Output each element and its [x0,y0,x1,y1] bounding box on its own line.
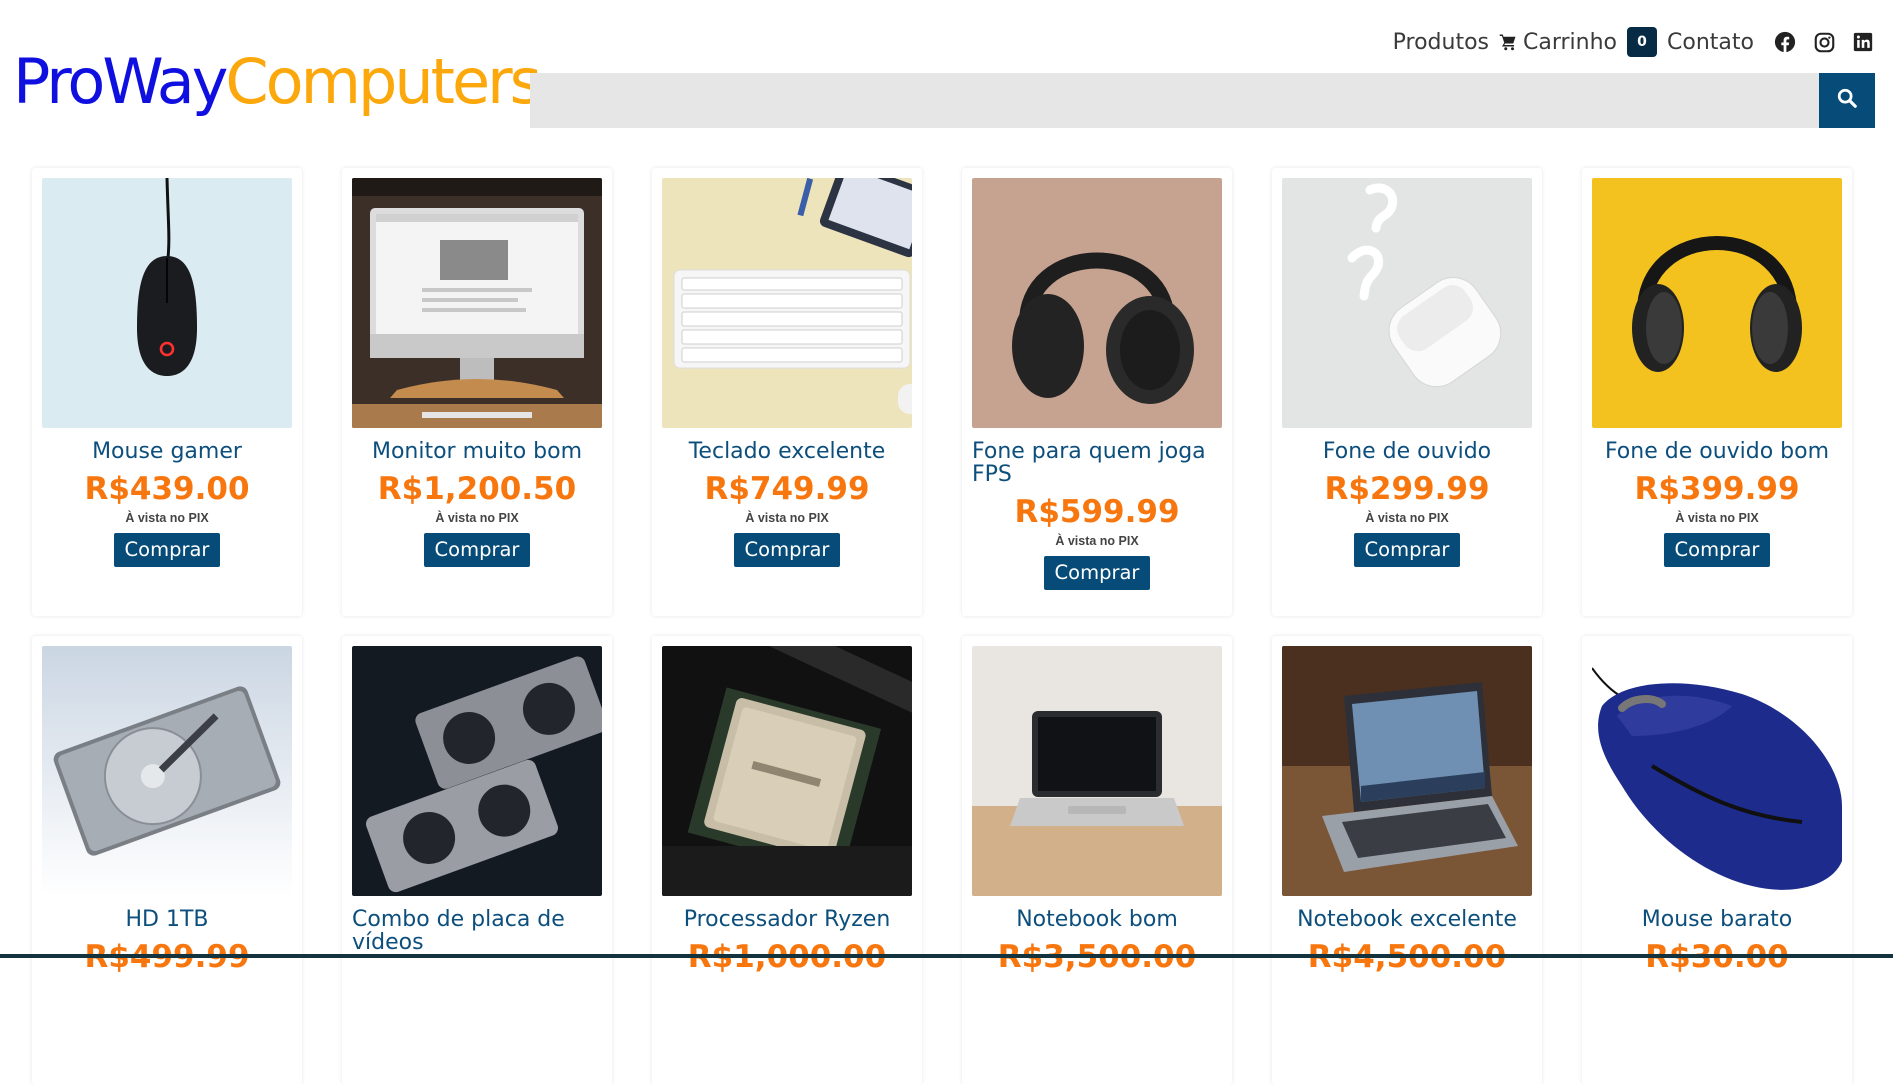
top-nav: Produtos Carrinho 0 Contato [1393,26,1873,58]
buy-button[interactable]: Comprar [733,533,841,567]
product-card: Teclado excelente R$749.99 À vista no PI… [652,168,922,616]
buy-button[interactable]: Comprar [1663,533,1771,567]
product-name[interactable]: Mouse gamer [42,440,292,463]
product-card: Fone de ouvido R$299.99 À vista no PIX C… [1272,168,1542,616]
linkedin-icon[interactable] [1853,32,1873,52]
product-name[interactable]: Processador Ryzen [662,908,912,931]
product-name[interactable]: Teclado excelente [662,440,912,463]
nav-cart-link[interactable]: Carrinho [1523,30,1617,55]
search-input[interactable] [530,73,1819,128]
product-price: R$399.99 [1634,471,1800,507]
buy-button[interactable]: Comprar [1353,533,1461,567]
payment-note: À vista no PIX [125,511,209,525]
product-image[interactable] [352,646,602,896]
payment-note: À vista no PIX [1365,511,1449,525]
product-card: Fone de ouvido bom R$399.99 À vista no P… [1582,168,1852,616]
product-image[interactable] [1592,646,1842,896]
product-card: Processador Ryzen R$1,000.00 [652,636,922,1084]
payment-note: À vista no PIX [745,511,829,525]
product-card: Mouse gamer R$439.00 À vista no PIX Comp… [32,168,302,616]
product-image[interactable] [1592,178,1842,428]
page-bottom-edge [0,954,1893,958]
product-card: Combo de placa de vídeos [342,636,612,1084]
product-price: R$1,200.50 [377,471,577,507]
product-card: Notebook excelente R$4,500.00 [1272,636,1542,1084]
product-image[interactable] [662,178,912,428]
search-icon [1836,87,1858,114]
product-name[interactable]: Mouse barato [1592,908,1842,931]
brand-part2: Computers [225,45,542,118]
product-price: R$439.00 [84,471,250,507]
product-card: Mouse barato R$30.00 [1582,636,1852,1084]
cart-icon[interactable] [1499,33,1517,51]
buy-button[interactable]: Comprar [1043,556,1151,590]
search-button[interactable] [1819,73,1875,128]
buy-button[interactable]: Comprar [113,533,221,567]
product-card: Monitor muito bom R$1,200.50 À vista no … [342,168,612,616]
product-card: Notebook bom R$3,500.00 [962,636,1232,1084]
product-grid: Mouse gamer R$439.00 À vista no PIX Comp… [32,168,1852,1084]
product-price: R$749.99 [704,471,870,507]
product-name[interactable]: Fone de ouvido [1282,440,1532,463]
nav-contact-link[interactable]: Contato [1667,30,1754,55]
instagram-icon[interactable] [1814,32,1835,53]
product-name[interactable]: Fone de ouvido bom [1592,440,1842,463]
product-image[interactable] [972,646,1222,896]
cart-count-badge: 0 [1627,27,1658,57]
product-card: Fone para quem joga FPS R$599.99 À vista… [962,168,1232,616]
search-bar [530,73,1875,128]
product-name[interactable]: Monitor muito bom [352,440,602,463]
product-card: HD 1TB R$499.99 [32,636,302,1084]
buy-button[interactable]: Comprar [423,533,531,567]
product-name[interactable]: HD 1TB [42,908,292,931]
product-image[interactable] [352,178,602,428]
product-image[interactable] [662,646,912,896]
product-image[interactable] [1282,178,1532,428]
product-image[interactable] [1282,646,1532,896]
product-image[interactable] [42,646,292,896]
product-name[interactable]: Combo de placa de vídeos [352,908,602,954]
product-name[interactable]: Fone para quem joga FPS [972,440,1222,486]
payment-note: À vista no PIX [1675,511,1759,525]
product-image[interactable] [42,178,292,428]
product-price: R$599.99 [1014,494,1180,530]
product-image[interactable] [972,178,1222,428]
facebook-icon[interactable] [1774,31,1796,53]
brand-logo[interactable]: ProWayComputers [13,44,542,120]
payment-note: À vista no PIX [435,511,519,525]
product-name[interactable]: Notebook bom [972,908,1222,931]
product-price: R$299.99 [1324,471,1490,507]
payment-note: À vista no PIX [1055,534,1139,548]
product-name[interactable]: Notebook excelente [1282,908,1532,931]
nav-products-link[interactable]: Produtos [1393,30,1489,55]
brand-part1: ProWay [13,45,228,118]
